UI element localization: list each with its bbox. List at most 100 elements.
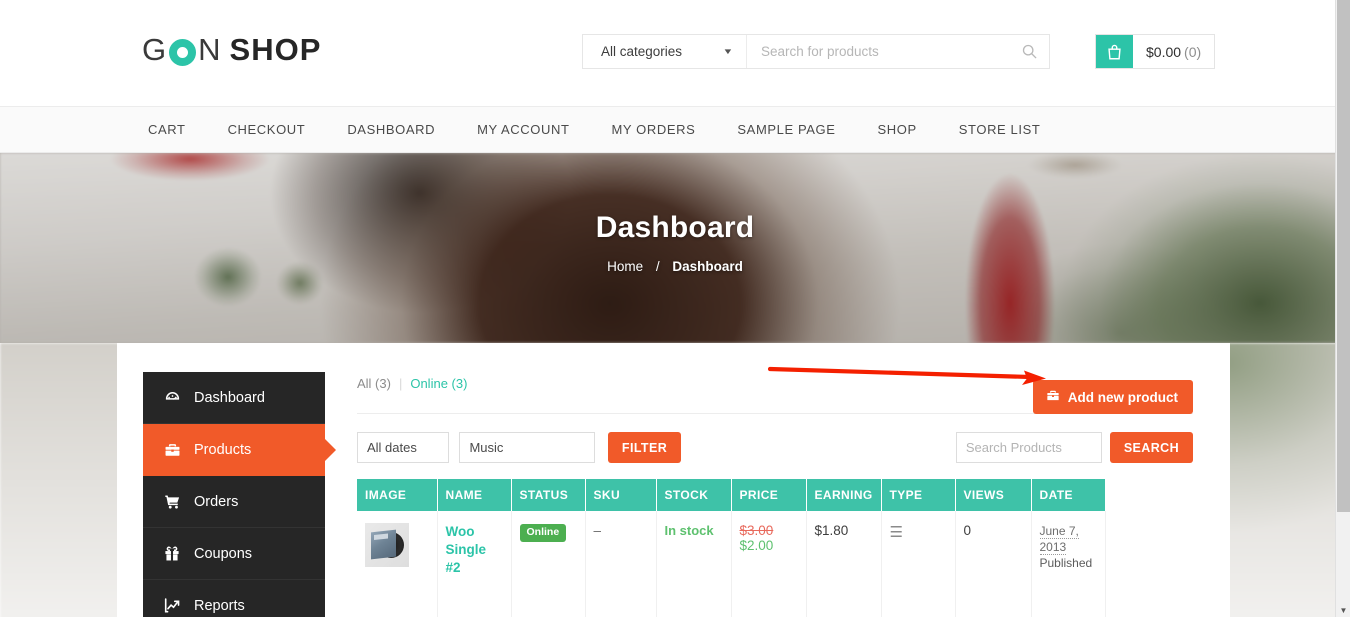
nav-item-sample-page[interactable]: SAMPLE PAGE (737, 122, 835, 137)
column-header-actions (1105, 479, 1218, 511)
nav-item-my-orders[interactable]: MY ORDERS (612, 122, 696, 137)
column-header-date[interactable]: DATE (1031, 479, 1106, 511)
cell-earning: $1.80 (806, 511, 882, 617)
product-search-group: SEARCH (955, 432, 1193, 463)
gift-icon (164, 545, 194, 562)
shopping-bag-icon (1096, 35, 1133, 68)
site-header: G N SHOP All categories ▼ Search for pro… (0, 0, 1350, 107)
cell-type: ☰ (881, 511, 956, 617)
gauge-icon (164, 389, 194, 406)
briefcase-icon (1046, 389, 1060, 405)
nav-item-shop[interactable]: SHOP (878, 122, 917, 137)
product-sku: – (593, 523, 602, 538)
date-wrap: June 7, 2013 Published (1039, 524, 1097, 571)
column-header-type[interactable]: TYPE (881, 479, 956, 511)
publish-status: Published (1039, 556, 1093, 570)
sidebar-item-label: Products (194, 441, 252, 458)
nav-item-store-list[interactable]: STORE LIST (959, 122, 1041, 137)
list-icon: ☰ (889, 524, 903, 541)
cell-views: 0 (955, 511, 1032, 617)
chevron-down-icon: ▼ (722, 47, 734, 56)
column-header-sku[interactable]: SKU (585, 479, 657, 511)
nav-item-dashboard[interactable]: DASHBOARD (347, 122, 435, 137)
sidebar-item-orders[interactable]: Orders (143, 476, 325, 528)
stock-status: In stock (664, 523, 714, 538)
cell-stock: In stock (656, 511, 732, 617)
page-title: Dashboard (595, 211, 755, 244)
logo-text-n: N (198, 32, 223, 67)
column-header-status[interactable]: STATUS (511, 479, 586, 511)
cell-image (357, 511, 438, 617)
breadcrumb-home[interactable]: Home (607, 259, 643, 274)
cell-status: Online (511, 511, 586, 617)
status-badge: Online (519, 524, 567, 542)
sidebar-item-label: Reports (194, 597, 245, 614)
status-filter-all[interactable]: All (3) (357, 376, 391, 391)
chart-line-icon (164, 597, 194, 614)
price-regular: $3.00 (739, 523, 774, 538)
category-filter-select[interactable]: Music (459, 432, 596, 463)
search-button[interactable]: SEARCH (1109, 432, 1193, 463)
cart-item-count: (0) (1184, 43, 1202, 60)
page-root: G N SHOP All categories ▼ Search for pro… (0, 0, 1350, 617)
table-header-row: IMAGE NAME STATUS SKU STOCK PRICE EARNIN… (357, 479, 1218, 511)
breadcrumb-separator: / (655, 259, 660, 274)
category-select[interactable]: All categories ▼ (583, 35, 746, 68)
earning-amount: $1.80 (814, 523, 849, 538)
products-table: IMAGE NAME STATUS SKU STOCK PRICE EARNIN… (357, 479, 1218, 617)
breadcrumb-current: Dashboard (672, 259, 743, 274)
column-header-views[interactable]: VIEWS (955, 479, 1032, 511)
status-filter-divider: | (398, 375, 403, 391)
search-input[interactable] (747, 35, 1009, 68)
filter-button[interactable]: FILTER (607, 432, 682, 463)
cell-sku: – (585, 511, 657, 617)
sidebar-item-dashboard[interactable]: Dashboard (143, 372, 325, 424)
sidebar-item-label: Dashboard (194, 389, 265, 406)
logo-text-g: G (142, 32, 169, 67)
publish-date: June 7, 2013 (1039, 524, 1079, 555)
column-header-price[interactable]: PRICE (731, 479, 807, 511)
add-new-product-button[interactable]: Add new product (1032, 380, 1193, 414)
sidebar-item-coupons[interactable]: Coupons (143, 528, 325, 580)
shopping-cart-icon (164, 493, 194, 510)
views-count: 0 (963, 523, 972, 538)
page-hero: Dashboard Home / Dashboard (0, 153, 1350, 343)
cell-actions (1105, 511, 1218, 617)
sidebar-item-reports[interactable]: Reports (143, 580, 325, 617)
cell-date: June 7, 2013 Published (1031, 511, 1106, 617)
table-row: Woo Single #2 Online – In stock $3.00 $2… (357, 511, 1218, 617)
status-filter-online[interactable]: Online (3) (410, 376, 467, 391)
sidebar-item-products[interactable]: Products (143, 424, 325, 476)
search-icon[interactable] (1009, 35, 1049, 68)
main-navigation: CART CHECKOUT DASHBOARD MY ACCOUNT MY OR… (0, 107, 1350, 153)
dashboard-sidebar: Dashboard Products Orders Coupons Report… (143, 372, 325, 617)
cart-button[interactable]: $0.00 (0) (1095, 34, 1216, 69)
record-sleeve (371, 529, 396, 560)
nav-item-cart[interactable]: CART (148, 122, 186, 137)
search-products-input[interactable] (955, 432, 1102, 463)
logo-circle-o-icon (169, 38, 197, 66)
vertical-scrollbar[interactable]: ▼ (1335, 0, 1350, 617)
column-header-name[interactable]: NAME (437, 479, 512, 511)
logo-text-shop: SHOP (229, 32, 322, 67)
dashboard-main-panel: All (3) | Online (3) Add new product All… (357, 371, 1218, 617)
products-table-body: Woo Single #2 Online – In stock $3.00 $2… (357, 511, 1218, 617)
date-filter-select[interactable]: All dates (357, 432, 449, 463)
add-new-product-label: Add new product (1067, 389, 1178, 405)
scrollbar-thumb[interactable] (1337, 0, 1350, 512)
nav-item-checkout[interactable]: CHECKOUT (228, 122, 306, 137)
vinyl-record-thumbnail[interactable] (365, 523, 409, 567)
sidebar-item-label: Coupons (194, 545, 253, 562)
scrollbar-down-arrow-icon[interactable]: ▼ (1336, 607, 1350, 615)
nav-item-my-account[interactable]: MY ACCOUNT (477, 122, 569, 137)
column-header-stock[interactable]: STOCK (656, 479, 732, 511)
product-search-bar: All categories ▼ (582, 34, 1050, 69)
column-header-image[interactable]: IMAGE (357, 479, 438, 511)
product-name-link[interactable]: Woo Single #2 (446, 524, 487, 575)
site-logo[interactable]: G N SHOP (142, 32, 321, 68)
dashboard-card-body: Dashboard Products Orders Coupons Report… (117, 343, 1230, 617)
dashboard-card: Dashboard Products Orders Coupons Report… (117, 343, 1230, 617)
breadcrumb: Home / Dashboard (0, 259, 1350, 274)
cell-price: $3.00 $2.00 (731, 511, 807, 617)
column-header-earning[interactable]: EARNING (806, 479, 882, 511)
